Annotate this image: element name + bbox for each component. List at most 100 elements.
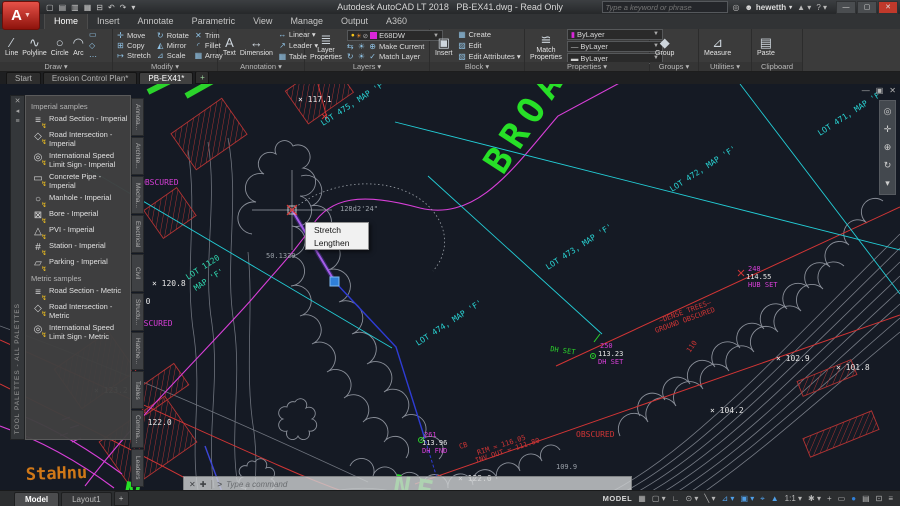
arc-button[interactable]: ◠ Arc — [71, 30, 86, 62]
palette-tab[interactable]: Tables — [131, 371, 144, 409]
groups-panel-footer[interactable]: Groups ▾ — [650, 62, 698, 71]
layer-select[interactable]: ●☀⊘ E68DW ▼ — [347, 30, 443, 41]
navbar-more-icon[interactable]: ▾ — [885, 178, 890, 189]
palette-close-icon[interactable]: ✕ — [15, 98, 21, 106]
cmd-close-icon[interactable]: ✕ — [189, 480, 196, 489]
palette-autohide-icon[interactable]: ◂ — [16, 108, 20, 116]
workspace-icon[interactable]: ✱ ▾ — [808, 491, 821, 506]
ribbon-tab[interactable]: A360 — [377, 14, 416, 29]
isolate-icon[interactable]: ▤ — [862, 491, 870, 506]
plus-icon[interactable]: + — [827, 491, 832, 506]
object-color-select[interactable]: ▮ ByLayer ▼ — [567, 29, 663, 40]
palette-tab[interactable]: Archite... — [131, 137, 144, 175]
block-panel-footer[interactable]: Block ▾ — [430, 62, 524, 71]
steering-wheel-icon[interactable]: ◎ — [884, 106, 892, 117]
insert-button[interactable]: ▣ Insert — [433, 30, 455, 62]
linetype-select[interactable]: — ByLayer ▼ — [567, 41, 663, 52]
context-menu-item[interactable]: Stretch — [306, 223, 368, 236]
palette-properties-icon[interactable]: ≡ — [15, 118, 19, 126]
palette-item[interactable]: △↯PVI - Imperial — [31, 226, 128, 238]
close-button[interactable]: ✕ — [878, 1, 898, 14]
tray-icon[interactable]: ▭ — [838, 491, 846, 506]
palette-item[interactable]: ◇↯Road Intersection - Imperial — [31, 131, 128, 148]
match-layer-button[interactable]: ↻ ☀ ✓ Match Layer — [347, 52, 443, 62]
pan-icon[interactable]: ✛ — [884, 124, 892, 135]
line-button[interactable]: ∕ Line — [3, 30, 20, 62]
search-icon[interactable]: ◎ — [733, 3, 740, 12]
add-layout-button[interactable]: + — [114, 491, 129, 506]
ribbon-tab[interactable]: Home — [44, 13, 88, 29]
rotate-button[interactable]: ↻ Rotate — [156, 31, 189, 41]
make-current-button[interactable]: ⇆ ☀ ⊕ Make Current — [347, 42, 443, 52]
utilities-panel-footer[interactable]: Utilities ▾ — [699, 62, 751, 71]
more-draw-button[interactable]: ⋯ — [89, 52, 97, 62]
group-button[interactable]: ◆ Group — [653, 30, 676, 62]
clean-screen-icon[interactable]: ⊡ — [876, 491, 883, 506]
modify-panel-footer[interactable]: Modify ▾ — [113, 62, 217, 71]
palette-item[interactable]: ≡↯Road Section - Metric — [31, 287, 128, 299]
context-menu-item[interactable]: Lengthen — [306, 236, 368, 249]
vp-restore-icon[interactable]: ▣ — [876, 86, 884, 95]
isodraft-icon[interactable]: ╲ ▾ — [704, 491, 715, 506]
file-tab[interactable]: Erosion Control Plan* — [43, 72, 137, 84]
cmd-customize-icon[interactable]: ✚ — [200, 480, 207, 489]
search-input[interactable] — [602, 1, 728, 13]
measure-button[interactable]: ⊿ Measure — [702, 30, 733, 62]
annotation-panel-footer[interactable]: Annotation ▾ — [218, 62, 304, 71]
palette-item[interactable]: ⊠↯Bore - Imperial — [31, 210, 128, 222]
orbit-icon[interactable]: ↻ — [884, 160, 892, 171]
grid-icon[interactable]: ▦ — [638, 491, 646, 506]
text-button[interactable]: A Text — [221, 30, 238, 62]
polyline-button[interactable]: ∿ Polyline — [20, 30, 49, 62]
palette-item[interactable]: ≡↯Road Section - Imperial — [31, 115, 128, 127]
dimension-button[interactable]: ↔ Dimension — [238, 30, 275, 62]
annotation-scale[interactable]: 1:1 ▾ — [785, 491, 802, 506]
new-drawing-tab-button[interactable]: + — [195, 71, 209, 84]
rectangle-button[interactable]: ▭ — [89, 30, 97, 40]
vp-minimize-icon[interactable]: — — [862, 86, 870, 95]
properties-panel-footer[interactable]: Properties ▾ — [525, 62, 649, 71]
minimize-button[interactable]: — — [836, 1, 856, 14]
layers-panel-footer[interactable]: Layers ▾ — [305, 62, 429, 71]
palette-item[interactable]: ▭↯Concrete Pipe - Imperial — [31, 173, 128, 190]
palette-item[interactable]: ◇↯Road Intersection - Metric — [31, 303, 128, 320]
match-properties-button[interactable]: ≌ Match Properties — [528, 30, 564, 62]
snap-icon[interactable]: ▢ ▾ — [652, 491, 666, 506]
edit-attributes-button[interactable]: ▧ Edit Attributes ▾ — [458, 52, 521, 62]
annotation-visibility-icon[interactable]: ⌖ — [760, 491, 765, 506]
ribbon-tab[interactable]: Manage — [281, 14, 332, 29]
drawing-canvas[interactable]: × 117.1LOT 475, MAP 'F'BROALOT 471, MAP … — [0, 84, 900, 506]
polygon-button[interactable]: ◇ — [89, 41, 97, 51]
osnap-3d-icon[interactable]: ▣ ▾ — [740, 491, 754, 506]
palette-tab[interactable]: Hatche... — [131, 332, 144, 370]
palette-tab[interactable]: Leaders — [131, 449, 144, 487]
palette-tab[interactable]: Annota... — [131, 98, 144, 136]
file-tab[interactable]: Start — [6, 72, 41, 84]
mirror-button[interactable]: ◭ Mirror — [156, 41, 189, 51]
qat-dropdown-icon[interactable]: ▾ — [131, 3, 135, 12]
command-input[interactable]: Type a command — [226, 480, 287, 489]
palette-tab[interactable]: Structu... — [131, 293, 144, 331]
palette-item[interactable]: #↯Station - Imperial — [31, 242, 128, 254]
restore-button[interactable]: ▢ — [857, 1, 877, 14]
create-block-button[interactable]: ▦ Create — [458, 30, 521, 40]
ribbon-tab[interactable]: Insert — [88, 14, 129, 29]
ribbon-tab[interactable]: View — [244, 14, 281, 29]
user-account-menu[interactable]: ☻ hewetth ▾ — [744, 3, 792, 12]
palette-tab[interactable]: Civil — [131, 254, 144, 292]
autoscale-icon[interactable]: ▲ — [771, 491, 779, 506]
scale-button[interactable]: ⊿ Scale — [156, 51, 189, 61]
zoom-icon[interactable]: ⊕ — [884, 142, 892, 153]
save-icon[interactable]: ▥ — [71, 3, 79, 12]
open-file-icon[interactable]: ▤ — [59, 3, 67, 12]
palette-tab[interactable]: Mecha... — [131, 176, 144, 214]
polar-icon[interactable]: ⊙ ▾ — [685, 491, 698, 506]
palette-item[interactable]: ▱↯Parking - Imperial — [31, 258, 128, 270]
ribbon-tab[interactable]: Output — [332, 14, 377, 29]
model-tab[interactable]: Model — [14, 492, 59, 506]
palette-item[interactable]: ◎↯International Speed Limit Sign - Metri… — [31, 324, 128, 341]
layer-properties-button[interactable]: ≣ Layer Properties — [308, 30, 344, 62]
osnap-icon[interactable]: ⊿ ▾ — [721, 491, 734, 506]
palette-item[interactable]: ◎↯International Speed Limit Sign - Imper… — [31, 152, 128, 169]
undo-icon[interactable]: ↶ — [108, 3, 115, 12]
